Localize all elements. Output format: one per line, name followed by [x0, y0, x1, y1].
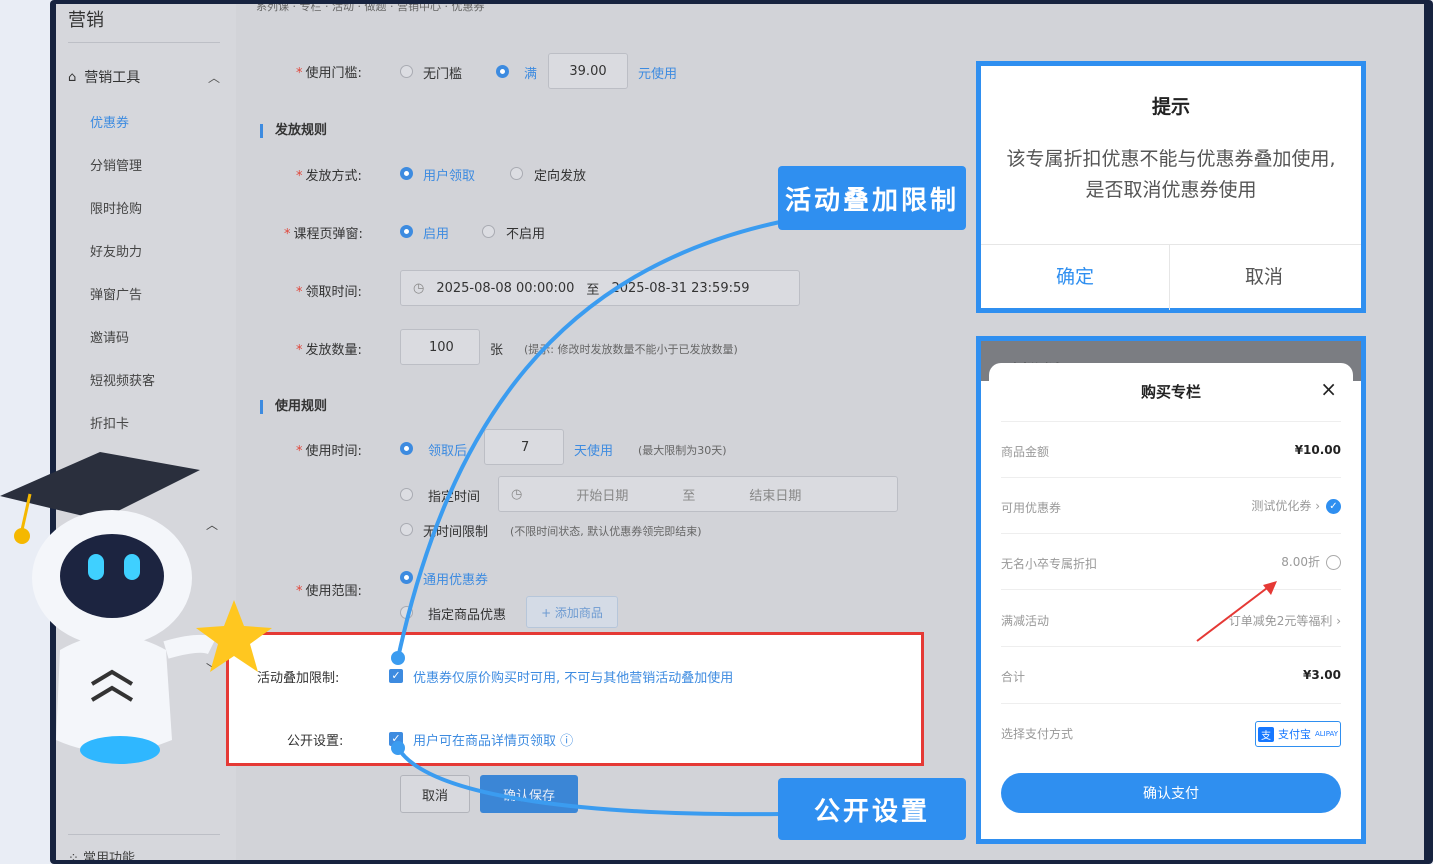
public-label: 公开设置: — [287, 734, 344, 749]
divider — [68, 834, 220, 835]
use-days-input[interactable]: 7 — [484, 429, 564, 465]
sidebar-item-friend-assist[interactable]: 好友助力 — [90, 241, 142, 260]
quantity-input[interactable]: 100 — [400, 329, 480, 365]
popup-disable-radio[interactable] — [482, 225, 495, 238]
scope-general-label: 通用优惠券 — [423, 573, 489, 588]
clock-icon: ◷ — [511, 486, 523, 502]
threshold-full-label: 满 — [524, 67, 538, 82]
info-icon[interactable]: ⓘ — [560, 734, 573, 749]
popup-label: * 课程页弹窗: — [284, 227, 363, 242]
callout-stacking: 活动叠加限制 — [778, 166, 966, 230]
use-after-claim-radio[interactable] — [400, 442, 413, 455]
quantity-hint: (提示: 修改时发放数量不能小于已发放数量) — [524, 343, 738, 356]
threshold-label: * 使用门槛: — [296, 66, 362, 81]
prompt-dialog: 提示 该专属折扣优惠不能与优惠券叠加使用, 是否取消优惠券使用 确定 取消 — [976, 61, 1366, 313]
stacking-checkbox[interactable]: ✓ — [389, 669, 403, 683]
use-date-range-input[interactable]: ◷ 开始日期 至 结束日期 — [498, 476, 898, 512]
scope-general-radio[interactable] — [400, 571, 413, 584]
section-usage-rules: 使用规则 — [260, 400, 327, 414]
use-specified-radio[interactable] — [400, 488, 413, 501]
dialog-cancel-button[interactable]: 取消 — [1170, 262, 1358, 289]
section-issue-rules: 发放规则 — [260, 124, 327, 138]
dialog-message: 该专属折扣优惠不能与优惠券叠加使用, 是否取消优惠券使用 — [1006, 148, 1336, 201]
issue-user-claim-radio[interactable] — [400, 167, 413, 180]
threshold-none-label: 无门槛 — [423, 67, 463, 82]
stacking-text: 优惠券仅原价购买时可用, 不可与其他营销活动叠加使用 — [413, 671, 734, 686]
threshold-none-radio[interactable] — [400, 65, 413, 78]
sidebar-item-coupons[interactable]: 优惠券 — [90, 112, 129, 131]
clock-icon: ◷ — [413, 280, 425, 296]
public-text: 用户可在商品详情页领取 ⓘ — [413, 734, 574, 749]
save-button[interactable]: 确认保存 — [480, 775, 578, 813]
scope-label: * 使用范围: — [296, 584, 362, 599]
quantity-unit: 张 — [490, 343, 504, 358]
sidebar-item-invite-code[interactable]: 邀请码 — [90, 327, 129, 346]
sidebar-title: 营销 — [68, 10, 104, 31]
sidebar-group-label: 营销工具 — [84, 70, 141, 86]
use-days-suffix: 天使用 — [574, 444, 614, 459]
cancel-button[interactable]: 取消 — [400, 775, 470, 813]
divider — [68, 42, 220, 43]
popup-disable-label: 不启用 — [506, 227, 546, 242]
sidebar-common-functions[interactable]: ⁘ 常用功能 — [68, 847, 135, 860]
use-after-claim-label: 领取后 — [428, 444, 468, 459]
sidebar-item-flash-sale[interactable]: 限时抢购 — [90, 198, 142, 217]
use-days-hint: (最大限制为30天) — [638, 444, 727, 457]
issue-targeted-label: 定向发放 — [534, 169, 587, 184]
scope-specific-radio[interactable] — [400, 606, 413, 619]
dialog-confirm-button[interactable]: 确定 — [981, 262, 1169, 289]
sidebar-item-short-video[interactable]: 短视频获客 — [90, 370, 155, 389]
issue-user-claim-label: 用户领取 — [423, 169, 476, 184]
threshold-suffix: 元使用 — [638, 67, 678, 82]
popup-enable-radio[interactable] — [400, 225, 413, 238]
arrow-annotation — [1196, 581, 1277, 642]
popup-enable-label: 启用 — [423, 227, 450, 242]
issue-targeted-radio[interactable] — [510, 167, 523, 180]
threshold-amount-input[interactable]: 39.00 — [548, 53, 628, 89]
highlight-box: 活动叠加限制: ✓ 优惠券仅原价购买时可用, 不可与其他营销活动叠加使用 公开设… — [226, 632, 924, 766]
use-time-label: * 使用时间: — [296, 444, 362, 459]
threshold-full-radio[interactable] — [496, 65, 509, 78]
sidebar-item-discount-card[interactable]: 折扣卡 — [90, 413, 129, 432]
public-checkbox[interactable]: ✓ — [389, 732, 403, 746]
quantity-label: * 发放数量: — [296, 343, 362, 358]
robot-mascot-illustration — [0, 452, 272, 764]
dialog-title: 提示 — [1151, 96, 1190, 118]
use-unlimited-radio[interactable] — [400, 523, 413, 536]
use-unlimited-hint: (不限时间状态, 默认优惠券领完即结束) — [510, 525, 702, 538]
sidebar-item-distribution[interactable]: 分销管理 — [90, 155, 142, 174]
grid-icon: ⁘ — [68, 851, 84, 860]
issue-method-label: * 发放方式: — [296, 169, 362, 184]
scope-specific-label: 指定商品优惠 — [428, 608, 507, 623]
chevron-up-icon: ︿ — [207, 70, 220, 85]
gift-icon: ⌂ — [68, 69, 77, 85]
sidebar-item-popup-ads[interactable]: 弹窗广告 — [90, 284, 142, 303]
claim-time-range-input[interactable]: ◷ 2025-08-08 00:00:00 至 2025-08-31 23:59… — [400, 270, 800, 306]
breadcrumb: 系列课 · 专栏 · 活动 · 做题 · 营销中心 · 优惠券 — [256, 4, 485, 13]
use-unlimited-label: 无时间限制 — [423, 525, 489, 540]
add-product-button[interactable]: + 添加商品 — [526, 596, 618, 628]
callout-public: 公开设置 — [778, 778, 966, 840]
claim-time-label: * 领取时间: — [296, 285, 362, 300]
use-specified-label: 指定时间 — [428, 490, 481, 505]
divider — [981, 244, 1361, 245]
sidebar-group-marketing-tools[interactable]: ⌂ 营销工具 ︿ — [68, 67, 220, 87]
purchase-panel: 专栏测试 购买专栏 × 商品金额 ¥10.00 可用优惠券 测试优化券 ›✓ 无… — [976, 336, 1366, 844]
